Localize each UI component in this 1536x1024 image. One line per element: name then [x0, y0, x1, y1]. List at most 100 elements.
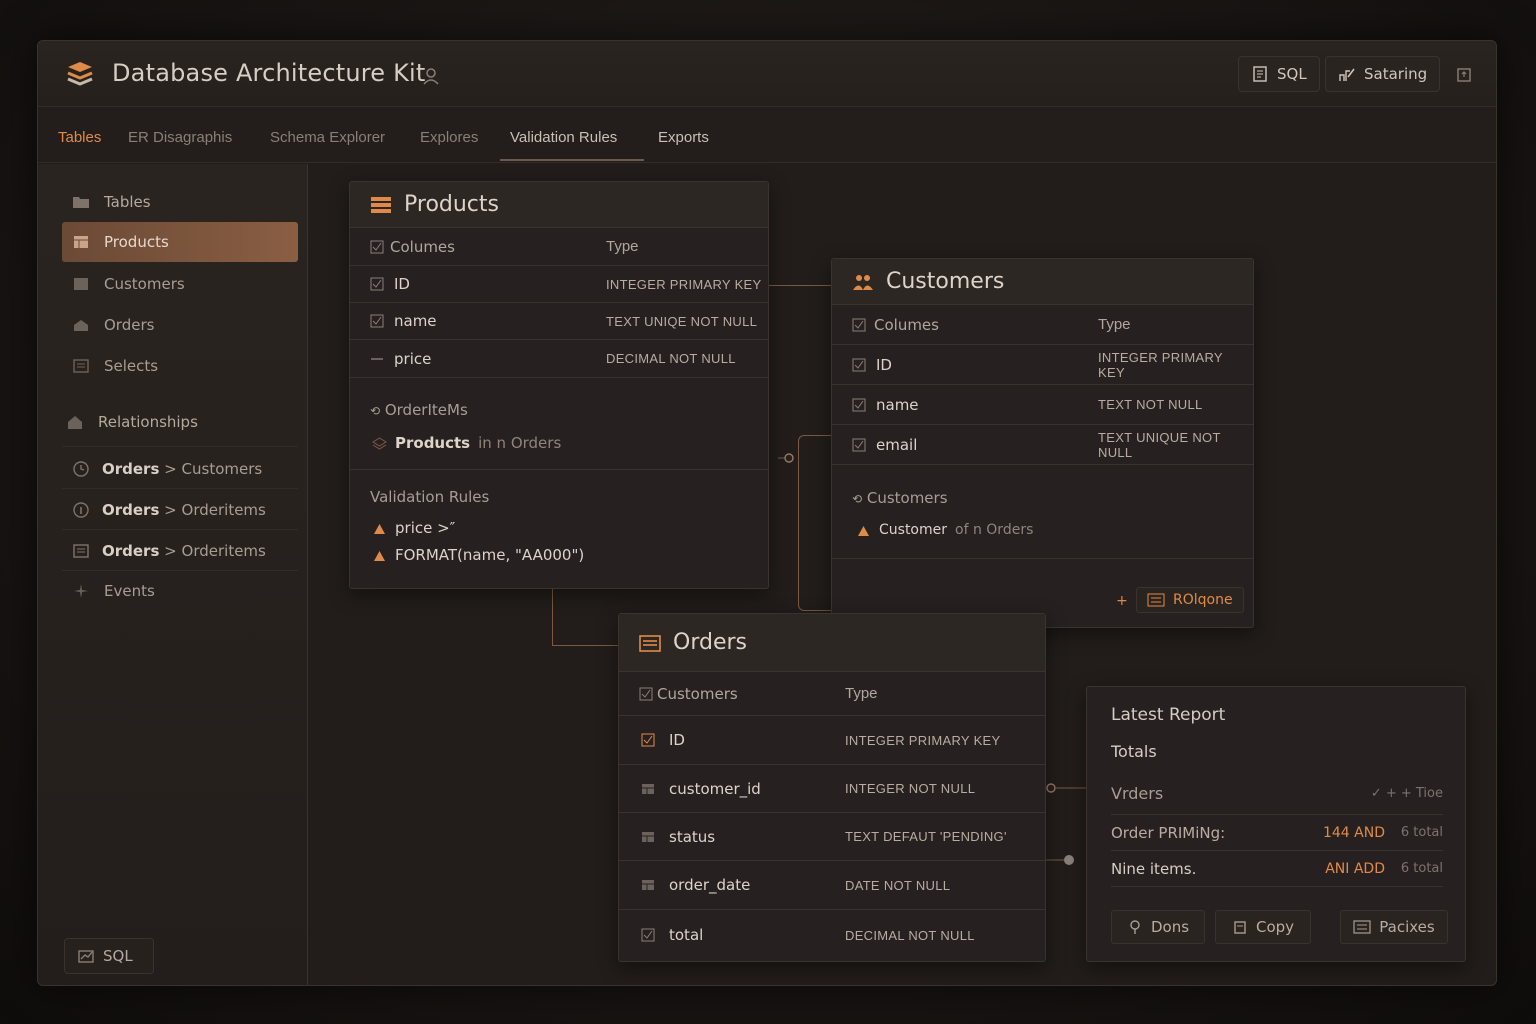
orders-table-card[interactable]: Orders Customers Type ID INTEGER PRIMARY…	[618, 613, 1046, 962]
type-header-label: Type	[1098, 316, 1131, 333]
sidebar-item-selects[interactable]: Selects	[62, 346, 298, 386]
table-row[interactable]: name TEXT NOT NULL	[832, 385, 1253, 425]
relation-line[interactable]: Customer of n Orders	[856, 522, 1033, 538]
sidebar-item-products[interactable]: Products	[62, 222, 298, 262]
table-row[interactable]: total DECIMAL NOT NULL	[619, 910, 1045, 960]
orders-card-header[interactable]: Orders	[619, 614, 1045, 672]
sidebar-relationships-header[interactable]: Relationships	[56, 402, 292, 442]
pin-icon	[1130, 920, 1140, 934]
sidebar-item-label: Events	[104, 582, 155, 600]
checkbox-icon[interactable]	[641, 733, 655, 747]
table-row[interactable]: customer_id INTEGER NOT NULL	[619, 765, 1045, 813]
database-stack-icon	[67, 62, 93, 86]
products-table-card[interactable]: Products Columes Type ID INTEGER PRIMARY…	[349, 181, 769, 589]
column-name: ID	[876, 355, 892, 374]
sidebar-item-label: Customers	[104, 275, 185, 293]
table-row[interactable]: price DECIMAL NOT NULL	[350, 340, 768, 378]
connector-products-customers	[769, 285, 831, 286]
report-packages-button[interactable]: Pacixes	[1340, 910, 1448, 944]
column-name: price	[394, 349, 432, 368]
table-row[interactable]: ID INTEGER PRIMARY KEY	[350, 266, 768, 303]
user-icon[interactable]	[422, 67, 440, 85]
report-row[interactable]: Nine items. ANI ADD 6 total	[1111, 851, 1443, 887]
checkbox-icon[interactable]	[370, 277, 384, 291]
checkbox-icon[interactable]	[852, 398, 866, 412]
relationship-item[interactable]: Orders > Orderitems	[62, 531, 298, 571]
products-column-header: Columes Type	[350, 228, 768, 266]
grid-icon	[642, 880, 654, 890]
sidebar-item-customers[interactable]: Customers	[62, 264, 298, 304]
tab-underline	[500, 159, 644, 161]
checkbox-icon[interactable]	[852, 318, 866, 332]
tab-validation-rules[interactable]: Validation Rules	[510, 129, 617, 146]
sidebar-item-label: Products	[104, 233, 169, 251]
validation-rule[interactable]: FORMAT(name, "AA000")	[372, 546, 584, 564]
tab-explores[interactable]: Explores	[420, 129, 478, 146]
tab-bar: Tables ER Disagraphis Schema Explorer Ex…	[38, 107, 1496, 163]
sharing-button[interactable]: Sataring	[1325, 56, 1441, 92]
checkbox-icon[interactable]	[641, 928, 655, 942]
clock-icon	[73, 460, 89, 477]
customers-table-card[interactable]: Customers Columes Type ID INTEGER PRIMAR…	[831, 258, 1254, 628]
customers-column-header: Columes Type	[832, 305, 1253, 345]
report-controls[interactable]: ✓ + + Tioe	[1371, 786, 1443, 801]
tab-exports[interactable]: Exports	[658, 129, 709, 146]
table-row[interactable]: order_date DATE NOT NULL	[619, 861, 1045, 910]
sidebar-item-label: Tables	[104, 193, 151, 211]
users-icon	[853, 274, 873, 290]
table-row[interactable]: ID INTEGER PRIMARY KEY	[832, 345, 1253, 385]
connector-orders-report	[1046, 783, 1088, 793]
report-copy-button[interactable]: Copy	[1215, 910, 1311, 944]
customers-title: Customers	[886, 269, 1005, 294]
document-icon	[1253, 66, 1267, 82]
connector-endpoint-icon	[778, 453, 794, 463]
latest-report-card[interactable]: Latest Report Totals Vrders ✓ + + Tioe O…	[1086, 686, 1466, 962]
sidebar-sql-label: SQL	[103, 947, 133, 965]
checkbox-icon[interactable]	[852, 438, 866, 452]
validation-rule[interactable]: price >″	[372, 519, 455, 537]
products-card-header[interactable]: Products	[350, 182, 768, 228]
relationship-text: Orders > Customers	[102, 459, 263, 478]
table-icon	[371, 196, 391, 213]
checkbox-icon[interactable]	[370, 240, 384, 254]
export-icon[interactable]	[1456, 67, 1472, 83]
table-row[interactable]: name TEXT UNIQE NOT NULL	[350, 303, 768, 340]
checkbox-icon[interactable]	[370, 314, 384, 328]
checkbox-icon[interactable]	[639, 687, 653, 701]
tab-schema-explorer[interactable]: Schema Explorer	[270, 129, 385, 146]
tab-tables[interactable]: Tables	[58, 129, 101, 146]
add-icon[interactable]: +	[1116, 593, 1128, 609]
relation-line[interactable]: Products in n Orders	[372, 434, 561, 452]
relationship-item[interactable]: Orders > Customers	[62, 449, 298, 489]
card-divider	[832, 558, 1253, 559]
table-row[interactable]: status TEXT DEFAUT 'PENDING'	[619, 813, 1045, 861]
layers-icon	[372, 436, 387, 450]
report-row[interactable]: Order PRIMiNg: 144 AND 6 total	[1111, 815, 1443, 851]
relationship-item[interactable]: Orders > Orderitems	[62, 490, 298, 530]
copy-icon	[1234, 921, 1246, 934]
report-subtitle: Totals	[1111, 742, 1157, 761]
table-lines-icon	[639, 634, 661, 652]
column-name: ID	[669, 731, 685, 749]
column-name: status	[669, 827, 716, 846]
sidebar-divider	[62, 446, 298, 447]
sql-button[interactable]: SQL	[1238, 56, 1320, 92]
report-dons-button[interactable]: Dons	[1111, 910, 1205, 944]
sidebar-item-events[interactable]: Events	[62, 571, 298, 611]
list-icon	[73, 543, 89, 558]
sidebar-item-tables[interactable]: Tables	[62, 182, 298, 222]
tab-er-diagrams[interactable]: ER Disagraphis	[128, 129, 232, 146]
relation-action-button[interactable]: ROlqone	[1136, 587, 1244, 613]
validation-rules-label: Validation Rules	[370, 488, 490, 506]
table-row[interactable]: email TEXT UNIQUE NOT NULL	[832, 425, 1253, 465]
sidebar-item-orders[interactable]: Orders	[62, 305, 298, 345]
column-type: INTEGER NOT NULL	[845, 781, 976, 796]
type-header-label: Type	[845, 685, 878, 702]
sidebar-sql-button[interactable]: SQL	[64, 938, 154, 974]
report-header-row: Vrders ✓ + + Tioe	[1111, 773, 1443, 815]
table-row[interactable]: ID INTEGER PRIMARY KEY	[619, 716, 1045, 765]
customers-card-header[interactable]: Customers	[832, 259, 1253, 305]
link-icon: ⟲	[370, 404, 381, 418]
checkbox-icon[interactable]	[852, 358, 866, 372]
relationship-text: Orders > Orderitems	[102, 541, 266, 560]
